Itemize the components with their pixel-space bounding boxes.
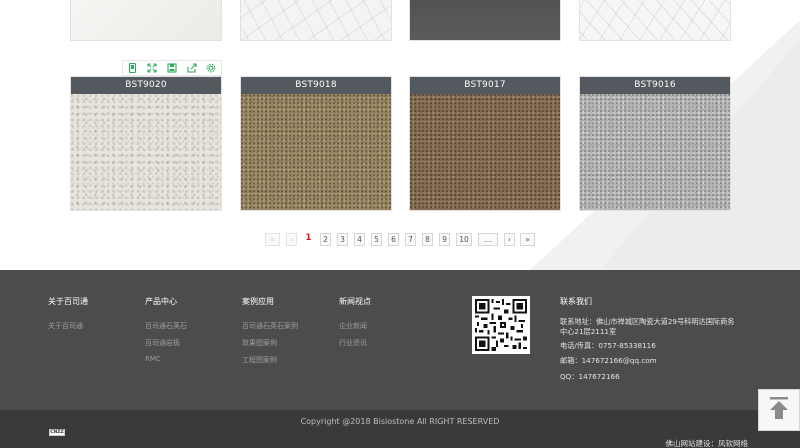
pagination: « ‹ 1 2 3 4 5 6 7 8 9 10 ... › » [0, 233, 800, 246]
footer-link[interactable]: 企业新闻 [339, 321, 367, 331]
page-2[interactable]: 2 [320, 233, 331, 246]
product-tile-top-3[interactable] [409, 0, 561, 41]
tile-toolbar [122, 60, 222, 76]
bottom-bar: Copyright @2018 Bisiostone All RIGHT RES… [0, 410, 800, 448]
prev-page-button[interactable]: ‹ [286, 233, 297, 246]
product-code: BST9020 [71, 77, 221, 94]
copyright: Copyright @2018 Bisiostone All RIGHT RES… [300, 417, 500, 426]
stone-swatch [71, 94, 221, 210]
footer-link[interactable]: 百司通岩板 [145, 338, 180, 348]
footer-link[interactable]: RMC [145, 355, 161, 363]
qr-code [472, 296, 530, 354]
next-page-button[interactable]: › [504, 233, 515, 246]
last-page-button[interactable]: » [520, 233, 535, 246]
page-6[interactable]: 6 [388, 233, 399, 246]
stone-swatch [241, 94, 391, 210]
save-icon[interactable] [162, 61, 182, 75]
fullscreen-icon[interactable] [143, 61, 163, 75]
page-8[interactable]: 8 [422, 233, 433, 246]
page-7[interactable]: 7 [405, 233, 416, 246]
contact-title: 联系我们 [560, 297, 592, 306]
footer-title-products[interactable]: 产品中心 [145, 296, 177, 307]
product-tile-top-4[interactable] [579, 0, 731, 41]
product-tile-top-1[interactable] [70, 0, 222, 41]
footer-title-cases[interactable]: 案例应用 [242, 296, 274, 307]
product-code: BST9018 [241, 77, 391, 94]
product-tile-bst9018[interactable]: BST9018 [240, 76, 392, 211]
arrow-up-icon [768, 396, 790, 424]
more-pages-button[interactable]: ... [478, 233, 498, 246]
first-page-button[interactable]: « [265, 233, 280, 246]
site-builder-link[interactable]: 佛山网站建设：风软网络 [666, 438, 749, 448]
footer-title-news[interactable]: 新闻视点 [339, 296, 371, 307]
product-code: BST9016 [580, 77, 730, 94]
back-to-top-button[interactable] [758, 389, 800, 431]
contact-email[interactable]: 邮箱：147672166@qq.com [560, 356, 657, 366]
stone-swatch [580, 94, 730, 210]
page-3[interactable]: 3 [337, 233, 348, 246]
footer-link[interactable]: 百司通石英石 [145, 321, 187, 331]
page-9[interactable]: 9 [439, 233, 450, 246]
share-icon[interactable] [182, 61, 202, 75]
cnzz-stat-badge[interactable]: CNZZ [49, 429, 65, 436]
product-tile-top-2[interactable] [240, 0, 392, 41]
footer-link[interactable]: 百司通石英石案例 [242, 321, 298, 331]
product-tile-bst9017[interactable]: BST9017 [409, 76, 561, 211]
stone-swatch [410, 94, 560, 210]
page-10[interactable]: 10 [456, 233, 472, 246]
product-tile-bst9020[interactable]: BST9020 [70, 76, 222, 211]
mobile-icon[interactable] [123, 61, 143, 75]
footer-link[interactable]: 行业资讯 [339, 338, 367, 348]
footer-title-about[interactable]: 关于百司通 [48, 296, 88, 307]
contact-address: 联系地址：佛山市禅城区陶瓷大道29号科明达国际商务 [560, 317, 735, 326]
page-4[interactable]: 4 [354, 233, 365, 246]
settings-icon[interactable] [201, 61, 221, 75]
footer-link[interactable]: 工程图案例 [242, 355, 277, 365]
product-code: BST9017 [410, 77, 560, 94]
page-1[interactable]: 1 [303, 233, 314, 246]
product-tile-bst9016[interactable]: BST9016 [579, 76, 731, 211]
product-listing: BST9020 BST9018 BST9017 BST9016 « ‹ 1 2 … [0, 0, 800, 270]
footer: 关于百司通 关于百司通 产品中心 百司通石英石 百司通岩板 RMC 案例应用 百… [0, 270, 800, 410]
footer-link[interactable]: 效果图案例 [242, 338, 277, 348]
contact-phone: 电话/传真：0757-85338116 [560, 341, 656, 350]
contact-qq: QQ：147672166 [560, 372, 620, 381]
page-5[interactable]: 5 [371, 233, 382, 246]
contact-address-2: 中心21层2111室 [560, 327, 617, 336]
footer-link[interactable]: 关于百司通 [48, 321, 83, 331]
